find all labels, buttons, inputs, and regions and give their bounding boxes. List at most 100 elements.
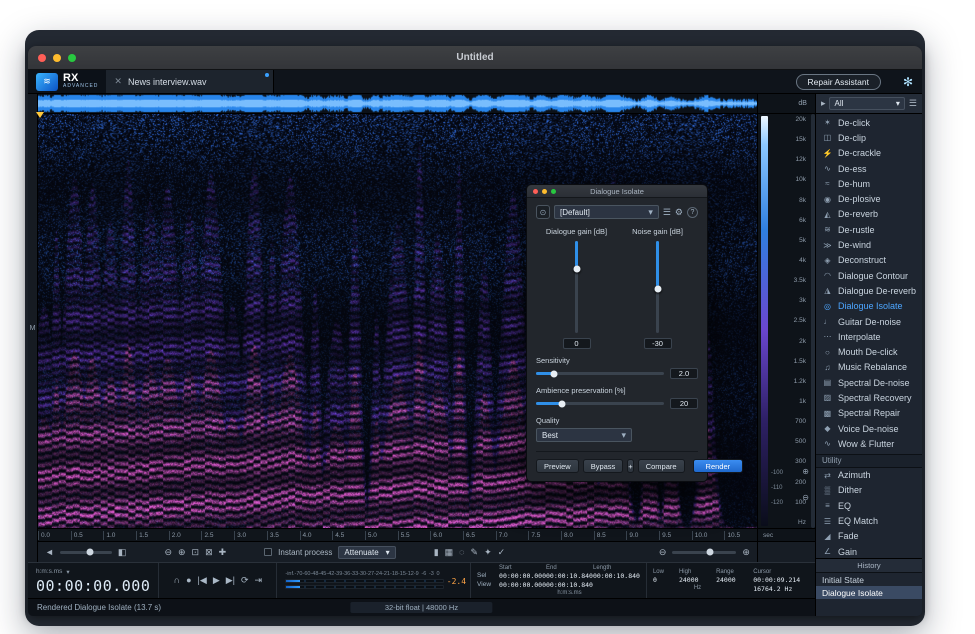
bypass-plus-button[interactable]: + <box>627 459 633 473</box>
file-tab[interactable]: ✕ News interview.wav <box>106 70 274 93</box>
sensitivity-slider-thumb[interactable] <box>550 370 557 377</box>
module-menu-icon[interactable]: ☰ <box>909 99 917 108</box>
record-icon[interactable]: ● <box>186 576 191 585</box>
skip-to-end-icon[interactable]: ▶| <box>226 576 235 585</box>
time-ruler[interactable]: 0.00.51.01.52.02.53.03.54.04.55.05.56.06… <box>38 528 757 541</box>
ambience-preservation-slider[interactable] <box>536 402 664 405</box>
module-item[interactable]: ▤ Spectral De-noise <box>816 375 922 390</box>
zoom-out-icon[interactable]: ⊖ <box>164 548 172 557</box>
zoom-fit-icon[interactable]: ⊠ <box>205 548 213 557</box>
dialog-titlebar[interactable]: Dialogue Isolate <box>527 185 707 198</box>
module-item[interactable]: ▩ Spectral Repair <box>816 406 922 421</box>
module-item[interactable]: ≡ EQ <box>816 498 922 513</box>
instant-process-checkbox[interactable] <box>264 548 272 556</box>
playhead-marker[interactable] <box>36 112 44 118</box>
skip-to-start-icon[interactable]: |◀ <box>198 576 207 585</box>
module-item[interactable]: ▒ Dither <box>816 483 922 498</box>
history-header[interactable]: History <box>816 559 922 573</box>
zoom-selection-icon[interactable]: ⊡ <box>192 548 200 557</box>
spectrogram[interactable]: Dialogue Isolate ⊙ [Default] ▾ <box>38 114 757 528</box>
channel-strip[interactable]: M <box>28 94 38 562</box>
module-item[interactable]: ☰ EQ Match <box>816 513 922 528</box>
module-item[interactable]: ○ Mouth De-click <box>816 344 922 359</box>
module-item[interactable]: ≋ De-rustle <box>816 222 922 237</box>
quality-select[interactable]: Best ▾ <box>536 428 632 442</box>
wand-tool-icon[interactable]: ✦ <box>484 548 492 557</box>
time-format-label[interactable]: h:m:s.ms <box>36 568 62 575</box>
lasso-tool-icon[interactable]: ◌ <box>459 548 464 557</box>
time-display[interactable]: h:m:s.ms ▾ 00:00:00.000 <box>28 563 159 598</box>
module-item[interactable]: ≫ De-wind <box>816 237 922 252</box>
assistant-sparkle-icon[interactable]: ✻ <box>903 75 913 89</box>
module-item[interactable]: ⇄ Azimuth <box>816 468 922 483</box>
horizontal-zoom-slider[interactable] <box>672 551 736 554</box>
peak-readout[interactable]: -2.4 <box>447 576 466 585</box>
find-similar-icon[interactable]: ✓ <box>498 548 506 557</box>
v-zoom-out-icon[interactable]: ⊖ <box>802 493 809 502</box>
noise-gain-value[interactable]: -30 <box>644 338 672 349</box>
dialogue-gain-value[interactable]: 0 <box>563 338 591 349</box>
level-meter[interactable]: -inf.-70-60-48-45-42-39-36-33-30-27-24-2… <box>277 563 471 598</box>
pan-icon[interactable]: ✚ <box>219 548 227 557</box>
module-item[interactable]: ∿ De-ess <box>816 161 922 176</box>
settings-gear-icon[interactable]: ⚙ <box>675 208 683 217</box>
help-icon[interactable]: ? <box>687 207 698 218</box>
window-titlebar[interactable]: Untitled <box>28 46 922 70</box>
brush-tool-icon[interactable]: ✎ <box>471 548 479 557</box>
h-zoom-out-icon[interactable]: ⊖ <box>659 548 667 557</box>
loop-icon[interactable]: ⟳ <box>241 576 249 585</box>
history-item[interactable]: Dialogue Isolate <box>816 586 922 599</box>
preview-button[interactable]: Preview <box>536 459 579 473</box>
module-item[interactable]: ◮ Dialogue De-reverb <box>816 283 922 298</box>
render-button[interactable]: Render <box>693 459 744 473</box>
module-item[interactable]: ≈ De-hum <box>816 176 922 191</box>
module-item[interactable]: ⋯ Interpolate <box>816 329 922 344</box>
module-item[interactable]: ◢ Fade <box>816 529 922 544</box>
sensitivity-slider[interactable] <box>536 372 664 375</box>
go-to-marker-icon[interactable]: ⇥ <box>255 576 263 585</box>
dialog-zoom-button[interactable] <box>551 189 556 194</box>
preset-select[interactable]: [Default] ▾ <box>554 205 659 219</box>
ambience-preservation-value[interactable]: 20 <box>670 398 698 409</box>
vertical-scrollbar[interactable] <box>811 114 815 528</box>
module-item[interactable]: ✶ De-click <box>816 115 922 130</box>
module-item[interactable]: ∠ Gain <box>816 544 922 558</box>
monitor-icon[interactable]: ∩ <box>174 576 180 585</box>
bypass-button[interactable]: Bypass <box>583 459 624 473</box>
process-mode-select[interactable]: Attenuate ▾ <box>338 546 395 559</box>
module-item[interactable]: ◫ De-clip <box>816 130 922 145</box>
preset-menu-icon[interactable]: ☰ <box>663 208 671 217</box>
module-item[interactable]: ◈ Deconstruct <box>816 253 922 268</box>
module-item[interactable]: ⚡ De-crackle <box>816 146 922 161</box>
module-item[interactable]: ◆ Voice De-noise <box>816 421 922 436</box>
waveform-overview-canvas[interactable] <box>38 94 757 113</box>
module-item[interactable]: ♫ Music Rebalance <box>816 360 922 375</box>
play-icon[interactable]: ▶ <box>213 576 220 585</box>
monitor-volume-slider[interactable] <box>60 551 112 554</box>
module-item[interactable]: ◠ Dialogue Contour <box>816 268 922 283</box>
magnifier-icon[interactable]: ⊕ <box>742 548 750 557</box>
module-item[interactable]: ◭ De-reverb <box>816 207 922 222</box>
noise-gain-slider[interactable] <box>656 241 659 333</box>
noise-gain-slider-thumb[interactable] <box>654 285 661 292</box>
speaker-icon[interactable]: ◄ <box>45 548 54 557</box>
waveform-overview[interactable] <box>38 94 757 114</box>
dialogue-gain-slider-thumb[interactable] <box>573 265 580 272</box>
module-item[interactable]: ◉ De-plosive <box>816 191 922 206</box>
zoom-in-icon[interactable]: ⊕ <box>178 548 186 557</box>
module-item[interactable]: ▨ Spectral Recovery <box>816 390 922 405</box>
tab-close-icon[interactable]: ✕ <box>114 76 122 87</box>
compare-button[interactable]: Compare <box>638 459 685 473</box>
wave-spectrogram-balance-icon[interactable]: ◧ <box>118 548 127 557</box>
module-filter-select[interactable]: All ▾ <box>829 97 904 110</box>
module-item[interactable]: ◎ Dialogue Isolate <box>816 299 922 314</box>
time-frequency-selection-tool-icon[interactable]: ▦ <box>445 548 454 557</box>
ambience-preservation-slider-thumb[interactable] <box>558 400 565 407</box>
preview-play-icon[interactable]: ▸ <box>821 99 826 108</box>
time-selection-tool-icon[interactable]: ▮ <box>434 548 439 557</box>
sensitivity-value[interactable]: 2.0 <box>670 368 698 379</box>
dialog-minimize-button[interactable] <box>542 189 547 194</box>
module-power-button[interactable]: ⊙ <box>536 205 550 219</box>
module-item[interactable]: ♩ Guitar De-noise <box>816 314 922 329</box>
history-item[interactable]: Initial State <box>816 573 922 586</box>
